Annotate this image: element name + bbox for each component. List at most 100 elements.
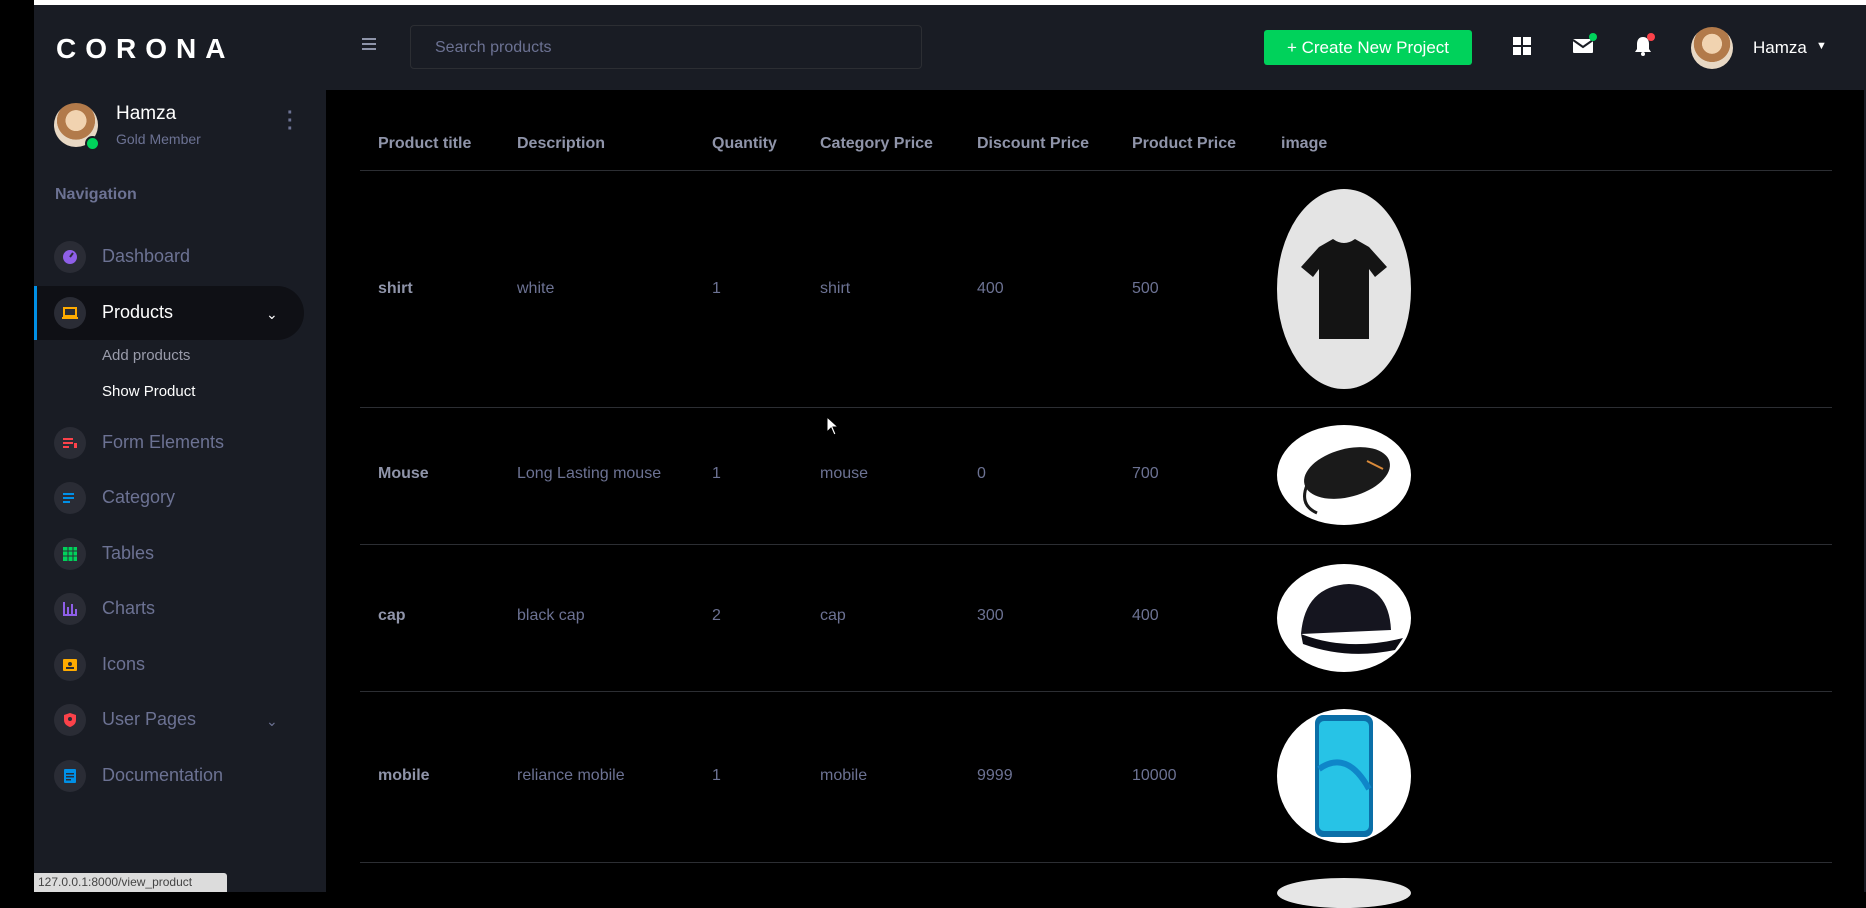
security-icon	[64, 713, 76, 727]
column-header: Description	[517, 135, 606, 152]
column-header: Discount Price	[977, 135, 1090, 152]
table-header: Product title Description Quantity Categ…	[360, 126, 1832, 171]
sidebar-item-tables[interactable]: Tables	[34, 527, 304, 581]
cell-price: 700	[1132, 465, 1159, 482]
online-status-dot	[85, 136, 100, 151]
product-image-partial	[1277, 878, 1411, 908]
sidebar-item-form-elements[interactable]: Form Elements	[34, 416, 304, 470]
brand-logo[interactable]: CORONA	[56, 33, 234, 65]
cell-title: mobile	[378, 767, 430, 784]
product-image-cap	[1277, 564, 1411, 672]
sidebar-item-icons[interactable]: Icons	[34, 638, 304, 692]
table-row	[360, 862, 1832, 908]
create-new-project-button[interactable]: + Create New Project	[1264, 30, 1472, 65]
cell-discount: 300	[977, 607, 1004, 624]
chart-bar-icon	[63, 602, 77, 616]
sidebar-item-category[interactable]: Category	[34, 471, 304, 525]
cell-description: Long Lasting mouse	[517, 465, 662, 482]
cell-category: shirt	[820, 280, 851, 297]
column-header: Quantity	[712, 135, 777, 152]
sidebar-item-label: User Pages	[102, 709, 197, 729]
phone-icon	[1315, 715, 1373, 837]
column-header: image	[1281, 135, 1328, 152]
menu-toggle-icon[interactable]	[362, 38, 376, 53]
cell-category: mobile	[820, 767, 868, 784]
sidebar-item-documentation[interactable]: Documentation	[34, 749, 304, 803]
sidebar-item-label: Charts	[102, 598, 156, 618]
cell-quantity: 1	[712, 280, 721, 297]
avatar[interactable]	[1691, 27, 1733, 69]
playlist-icon	[63, 438, 77, 448]
cell-description: black cap	[517, 607, 585, 624]
sidebar-item-dashboard[interactable]: Dashboard	[34, 230, 304, 284]
sidebar-item-products[interactable]: Products ⌄	[34, 286, 304, 340]
cell-quantity: 1	[712, 767, 721, 784]
cap-icon	[1301, 584, 1403, 654]
cell-category: mouse	[820, 465, 869, 482]
email-badge	[1589, 33, 1597, 41]
chevron-down-icon: ⌄	[266, 713, 278, 729]
cell-category: cap	[820, 607, 846, 624]
status-bar-url: 127.0.0.1:8000/view_product	[34, 873, 227, 892]
sidebar-profile: Hamza Gold Member · · ·	[54, 103, 314, 159]
cell-description: reliance mobile	[517, 767, 625, 784]
cell-discount: 9999	[977, 767, 1013, 784]
sidebar-item-label: Category	[102, 487, 176, 507]
main-content: Product title Description Quantity Categ…	[326, 90, 1864, 908]
mouse-icon	[1303, 447, 1390, 515]
table-row: Mouse Long Lasting mouse 1 mouse 0 700	[360, 407, 1832, 545]
product-image-shirt	[1277, 189, 1411, 389]
chevron-down-icon: ⌄	[266, 306, 278, 322]
sidebar: CORONA Hamza Gold Member · · · Navigation …	[34, 5, 326, 892]
table-row: mobile reliance mobile 1 mobile 9999 100…	[360, 691, 1832, 863]
sidebar-item-label: Tables	[102, 543, 155, 563]
cell-price: 400	[1132, 607, 1159, 624]
file-document-icon	[64, 769, 76, 783]
sidebar-item-label: Icons	[102, 654, 146, 674]
table-row: cap black cap 2 cap 300 400	[360, 544, 1832, 692]
caret-down-icon[interactable]: ▼	[1816, 40, 1827, 52]
product-image-mobile	[1277, 709, 1411, 843]
cell-description: white	[517, 280, 555, 297]
cell-title: Mouse	[378, 465, 429, 482]
cell-discount: 0	[977, 465, 986, 482]
sidebar-item-user-pages[interactable]: User Pages ⌄	[34, 693, 304, 747]
sidebar-item-label: Form Elements	[102, 432, 225, 452]
sidebar-subitem-add-products[interactable]: Add products	[102, 347, 190, 364]
search-placeholder: Search products	[435, 39, 552, 56]
profile-name: Hamza	[116, 103, 177, 124]
sidebar-item-label: Dashboard	[102, 246, 191, 266]
cell-quantity: 2	[712, 607, 721, 624]
cell-title: cap	[378, 607, 406, 624]
sidebar-item-charts[interactable]: Charts	[34, 582, 304, 636]
grid-icon[interactable]	[1510, 34, 1534, 58]
column-header: Product title	[378, 135, 472, 152]
cell-title: shirt	[378, 280, 413, 297]
tshirt-icon	[1301, 239, 1387, 339]
column-header: Category Price	[820, 135, 933, 152]
kebab-menu-icon[interactable]: · · ·	[287, 103, 294, 139]
table-icon	[63, 547, 77, 561]
contacts-icon	[63, 659, 77, 671]
profile-role: Gold Member	[116, 131, 201, 147]
user-name[interactable]: Hamza	[1753, 38, 1807, 58]
cell-quantity: 1	[712, 465, 721, 482]
notification-badge	[1647, 33, 1655, 41]
list-icon	[63, 493, 74, 503]
cell-discount: 400	[977, 280, 1004, 297]
product-image-mouse	[1277, 425, 1411, 525]
nav-heading: Navigation	[55, 186, 137, 203]
sidebar-item-label: Products	[102, 302, 174, 322]
column-header: Product Price	[1132, 135, 1237, 152]
cell-price: 10000	[1132, 767, 1177, 784]
sidebar-item-label: Documentation	[102, 765, 224, 785]
cell-price: 500	[1132, 280, 1159, 297]
window-left-edge	[0, 0, 34, 892]
mouse-cursor-icon	[826, 416, 840, 436]
sidebar-subitem-show-product[interactable]: Show Product	[102, 383, 195, 400]
table-row: shirt white 1 shirt 400 500	[360, 170, 1832, 408]
speedometer-icon	[63, 250, 77, 264]
laptop-icon	[62, 307, 78, 319]
search-input[interactable]: Search products	[410, 25, 922, 69]
top-navbar: Search products + Create New Project Ham…	[326, 5, 1864, 90]
